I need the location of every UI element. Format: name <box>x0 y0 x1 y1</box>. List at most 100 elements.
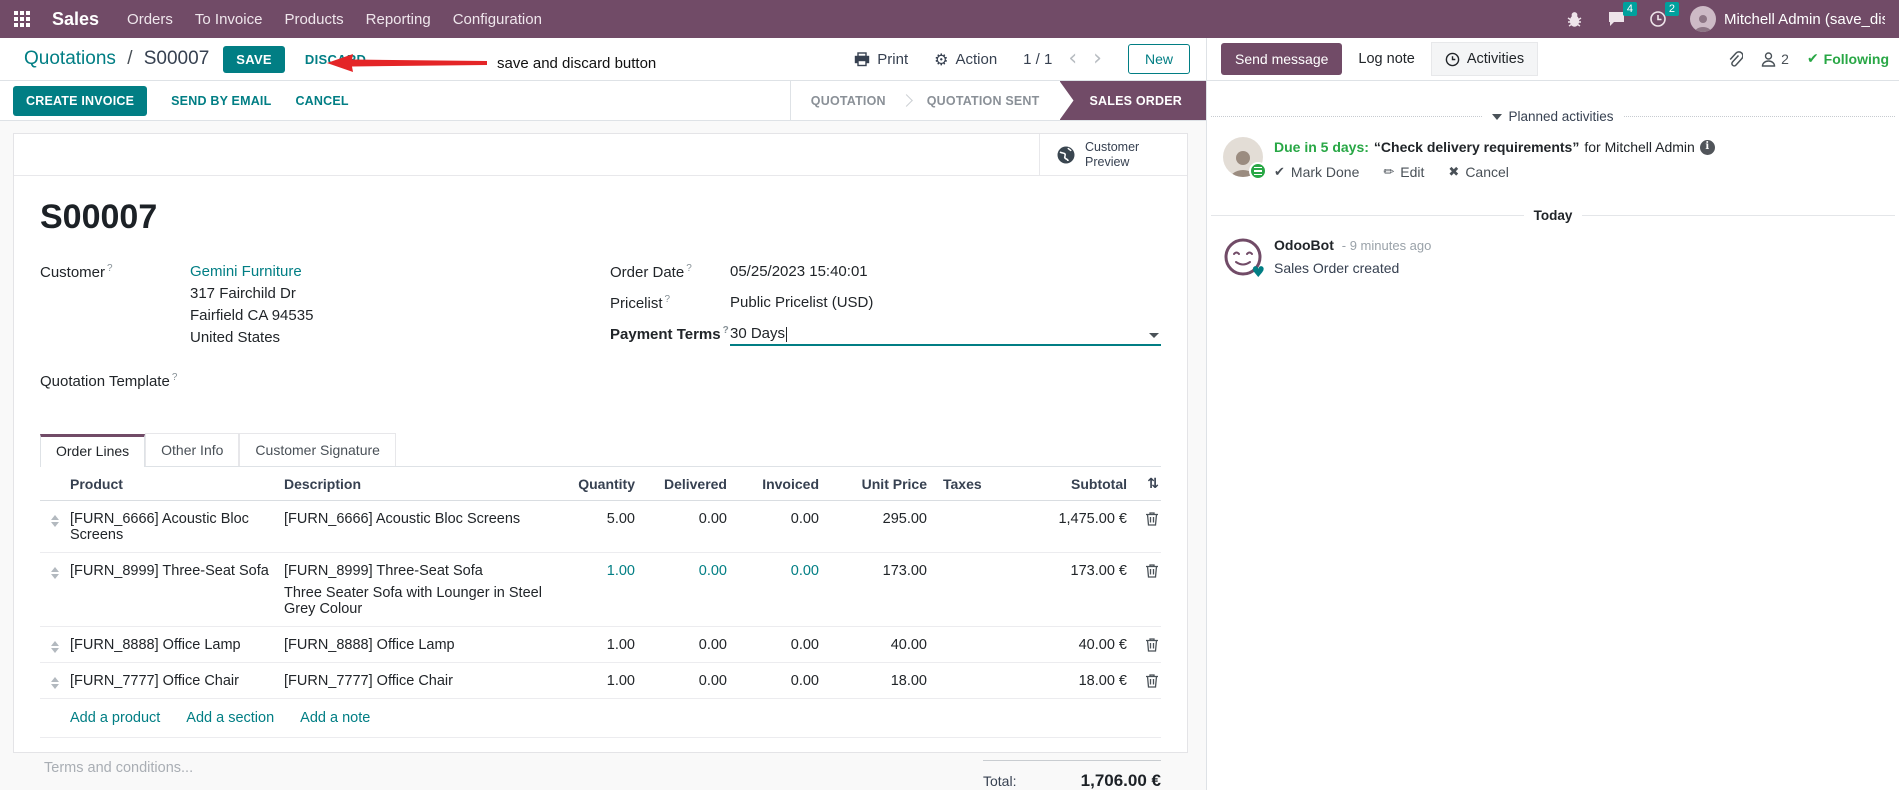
cell-invoiced[interactable]: 0.00 <box>727 673 819 689</box>
message-content: OdooBot - 9 minutes ago Sales Order crea… <box>1274 237 1431 277</box>
cell-unit-price[interactable]: 295.00 <box>819 511 927 527</box>
cell-delivered[interactable]: 0.00 <box>635 563 727 579</box>
cell-product[interactable]: [FURN_8888] Office Lamp <box>70 637 284 653</box>
trash-icon[interactable] <box>1145 673 1159 688</box>
drag-handle-icon[interactable] <box>51 567 59 579</box>
trash-icon[interactable] <box>1145 563 1159 578</box>
cell-product[interactable]: [FURN_7777] Office Chair <box>70 673 284 689</box>
pager-next-icon[interactable]: › <box>1093 48 1102 70</box>
send-by-email-button[interactable]: SEND BY EMAIL <box>171 94 271 108</box>
message-author[interactable]: OdooBot <box>1274 237 1334 253</box>
col-invoiced[interactable]: Invoiced <box>727 476 819 492</box>
status-step-quotation[interactable]: QUOTATION <box>791 81 906 120</box>
user-menu[interactable]: Mitchell Admin (save_discar <box>1690 6 1885 32</box>
pricelist-field[interactable]: Public Pricelist (USD) <box>730 294 873 312</box>
drag-handle-icon[interactable] <box>51 641 59 653</box>
menu-configuration[interactable]: Configuration <box>453 11 542 28</box>
add-a-product-link[interactable]: Add a product <box>70 710 160 726</box>
activity-clock-icon[interactable]: 2 <box>1648 2 1679 29</box>
col-unit-price[interactable]: Unit Price <box>819 476 927 492</box>
trash-icon[interactable] <box>1145 637 1159 652</box>
planned-activities-header[interactable]: Planned activities <box>1482 109 1623 124</box>
status-step-quotation-sent[interactable]: QUOTATION SENT <box>907 81 1060 120</box>
table-row[interactable]: [FURN_6666] Acoustic Bloc Screens [FURN_… <box>40 501 1161 553</box>
save-button[interactable]: SAVE <box>223 45 285 73</box>
new-button[interactable]: New <box>1127 44 1190 74</box>
drag-handle-icon[interactable] <box>51 515 59 527</box>
app-name[interactable]: Sales <box>52 9 99 30</box>
chevron-down-icon[interactable] <box>1149 333 1159 338</box>
cell-product[interactable]: [FURN_6666] Acoustic Bloc Screens <box>70 511 284 543</box>
payment-terms-field[interactable]: 30 Days <box>730 325 1161 346</box>
print-button[interactable]: Print <box>854 51 908 68</box>
debug-bug-icon[interactable] <box>1564 9 1584 29</box>
trash-icon[interactable] <box>1145 511 1159 526</box>
breadcrumb-quotations[interactable]: Quotations <box>24 48 116 69</box>
cancel-button[interactable]: CANCEL <box>295 94 348 108</box>
customer-link[interactable]: Gemini Furniture <box>190 263 302 280</box>
send-message-button[interactable]: Send message <box>1221 43 1343 75</box>
table-footer-links: Add a product Add a section Add a note <box>40 699 1161 738</box>
cell-invoiced[interactable]: 0.00 <box>727 563 819 579</box>
col-quantity[interactable]: Quantity <box>547 476 635 492</box>
cell-unit-price[interactable]: 173.00 <box>819 563 927 579</box>
table-header: Product Description Quantity Delivered I… <box>40 467 1161 501</box>
followers-button[interactable]: 2 <box>1761 51 1789 67</box>
add-a-note-link[interactable]: Add a note <box>300 710 370 726</box>
cell-unit-price[interactable]: 40.00 <box>819 637 927 653</box>
drag-handle-icon[interactable] <box>51 677 59 689</box>
cancel-activity-button[interactable]: ✖ Cancel <box>1448 164 1509 180</box>
following-button[interactable]: ✔ Following <box>1807 51 1889 67</box>
messages-icon[interactable]: 4 <box>1606 2 1637 29</box>
cell-invoiced[interactable]: 0.00 <box>727 637 819 653</box>
table-row[interactable]: [FURN_7777] Office Chair [FURN_7777] Off… <box>40 663 1161 699</box>
status-step-sales-order[interactable]: SALES ORDER <box>1059 81 1206 120</box>
cell-invoiced[interactable]: 0.00 <box>727 511 819 527</box>
add-a-section-link[interactable]: Add a section <box>186 710 274 726</box>
col-delivered[interactable]: Delivered <box>635 476 727 492</box>
table-row[interactable]: [FURN_8999] Three-Seat Sofa [FURN_8999] … <box>40 553 1161 627</box>
cell-quantity[interactable]: 1.00 <box>547 673 635 689</box>
activity-type-badge-icon <box>1249 162 1267 180</box>
action-menu-button[interactable]: ⚙ Action <box>934 50 997 69</box>
optional-columns-icon[interactable]: ⇅ <box>1147 476 1159 492</box>
cell-quantity[interactable]: 1.00 <box>547 637 635 653</box>
menu-products[interactable]: Products <box>284 11 343 28</box>
mark-done-button[interactable]: ✔ Mark Done <box>1274 164 1359 180</box>
pager-prev-icon[interactable]: ‹ <box>1068 48 1077 70</box>
paperclip-icon[interactable] <box>1726 50 1744 68</box>
cell-quantity[interactable]: 5.00 <box>547 511 635 527</box>
cell-description[interactable]: [FURN_8888] Office Lamp <box>284 637 547 653</box>
tab-customer-signature[interactable]: Customer Signature <box>239 433 396 466</box>
activities-button[interactable]: Activities <box>1430 42 1539 76</box>
cell-delivered[interactable]: 0.00 <box>635 673 727 689</box>
cell-product[interactable]: [FURN_8999] Three-Seat Sofa <box>70 563 284 579</box>
menu-orders[interactable]: Orders <box>127 11 173 28</box>
apps-grid-icon[interactable] <box>14 11 30 27</box>
order-date-field[interactable]: 05/25/2023 15:40:01 <box>730 263 868 281</box>
cell-delivered[interactable]: 0.00 <box>635 511 727 527</box>
col-product[interactable]: Product <box>70 476 284 492</box>
form-button-bar: CREATE INVOICE SEND BY EMAIL CANCEL QUOT… <box>0 81 1206 121</box>
table-row[interactable]: [FURN_8888] Office Lamp [FURN_8888] Offi… <box>40 627 1161 663</box>
terms-and-conditions-placeholder[interactable]: Terms and conditions... <box>40 760 983 791</box>
edit-activity-button[interactable]: ✏ Edit <box>1383 164 1424 180</box>
col-description[interactable]: Description <box>284 476 547 492</box>
col-subtotal[interactable]: Subtotal <box>1003 476 1127 492</box>
cell-description[interactable]: [FURN_7777] Office Chair <box>284 673 547 689</box>
menu-reporting[interactable]: Reporting <box>366 11 431 28</box>
col-taxes[interactable]: Taxes <box>927 476 1003 492</box>
cell-unit-price[interactable]: 18.00 <box>819 673 927 689</box>
cell-delivered[interactable]: 0.00 <box>635 637 727 653</box>
tab-order-lines[interactable]: Order Lines <box>40 434 146 467</box>
cell-description[interactable]: [FURN_8999] Three-Seat Sofa Three Seater… <box>284 563 547 617</box>
customer-preview-button[interactable]: Customer Preview <box>1039 134 1187 176</box>
cell-description[interactable]: [FURN_6666] Acoustic Bloc Screens <box>284 511 547 527</box>
create-invoice-button[interactable]: CREATE INVOICE <box>13 85 148 116</box>
menu-to-invoice[interactable]: To Invoice <box>195 11 263 28</box>
cell-quantity[interactable]: 1.00 <box>547 563 635 579</box>
info-icon[interactable]: i <box>1699 139 1715 155</box>
log-note-button[interactable]: Log note <box>1358 51 1414 67</box>
tab-other-info[interactable]: Other Info <box>145 433 240 466</box>
gear-icon: ⚙ <box>934 49 949 69</box>
